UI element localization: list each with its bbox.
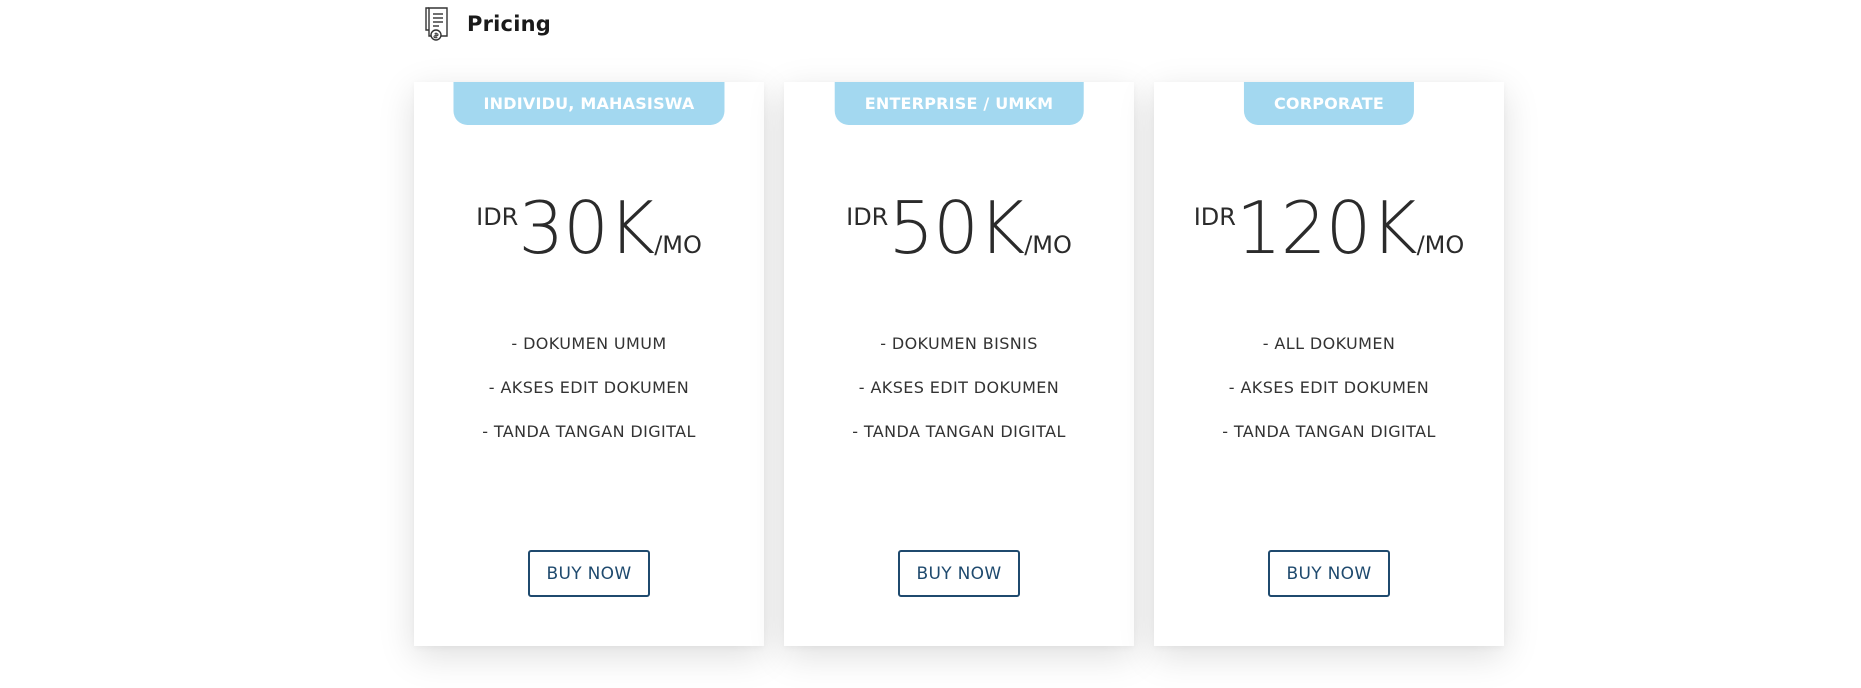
- feature-item: - TANDA TANGAN DIGITAL: [1222, 422, 1436, 441]
- price-currency: IDR: [1193, 203, 1236, 231]
- buy-now-button[interactable]: BUY NOW: [1268, 550, 1390, 597]
- feature-item: - TANDA TANGAN DIGITAL: [852, 422, 1066, 441]
- price-period: /MO: [1024, 231, 1072, 259]
- feature-item: - TANDA TANGAN DIGITAL: [482, 422, 696, 441]
- pricing-cards: INDIVIDU, MAHASISWA IDR30K/MO - DOKUMEN …: [414, 82, 1504, 646]
- price-currency: IDR: [846, 203, 889, 231]
- feature-list: - ALL DOKUMEN - AKSES EDIT DOKUMEN - TAN…: [1154, 322, 1504, 454]
- price: IDR120K/MO: [1154, 192, 1504, 264]
- tier-badge: INDIVIDU, MAHASISWA: [453, 82, 725, 125]
- buy-now-button[interactable]: BUY NOW: [898, 550, 1020, 597]
- price-amount: 50K: [888, 186, 1025, 270]
- feature-item: - AKSES EDIT DOKUMEN: [1228, 378, 1430, 397]
- feature-item: - AKSES EDIT DOKUMEN: [858, 378, 1060, 397]
- price: IDR50K/MO: [784, 192, 1134, 264]
- feature-item: - DOKUMEN BISNIS: [880, 334, 1038, 353]
- price-amount: 120K: [1235, 186, 1418, 270]
- pricing-header: Pricing: [421, 6, 551, 42]
- pricing-card-individu: INDIVIDU, MAHASISWA IDR30K/MO - DOKUMEN …: [414, 82, 764, 646]
- price-period: /MO: [654, 231, 702, 259]
- feature-item: - DOKUMEN UMUM: [511, 334, 667, 353]
- pricing-card-enterprise: ENTERPRISE / UMKM IDR50K/MO - DOKUMEN BI…: [784, 82, 1134, 646]
- invoice-document-icon: [421, 6, 453, 42]
- price-currency: IDR: [476, 203, 519, 231]
- tier-badge: ENTERPRISE / UMKM: [834, 82, 1084, 125]
- pricing-page: Pricing INDIVIDU, MAHASISWA IDR30K/MO - …: [0, 0, 1861, 688]
- buy-now-button[interactable]: BUY NOW: [528, 550, 650, 597]
- feature-item: - ALL DOKUMEN: [1262, 334, 1396, 353]
- price-amount: 30K: [518, 186, 655, 270]
- price: IDR30K/MO: [414, 192, 764, 264]
- feature-item: - AKSES EDIT DOKUMEN: [488, 378, 690, 397]
- tier-badge: CORPORATE: [1243, 82, 1415, 125]
- feature-list: - DOKUMEN BISNIS - AKSES EDIT DOKUMEN - …: [784, 322, 1134, 454]
- price-period: /MO: [1416, 231, 1465, 259]
- page-title: Pricing: [467, 12, 551, 36]
- pricing-card-corporate: CORPORATE IDR120K/MO - ALL DOKUMEN - AKS…: [1154, 82, 1504, 646]
- feature-list: - DOKUMEN UMUM - AKSES EDIT DOKUMEN - TA…: [414, 322, 764, 454]
